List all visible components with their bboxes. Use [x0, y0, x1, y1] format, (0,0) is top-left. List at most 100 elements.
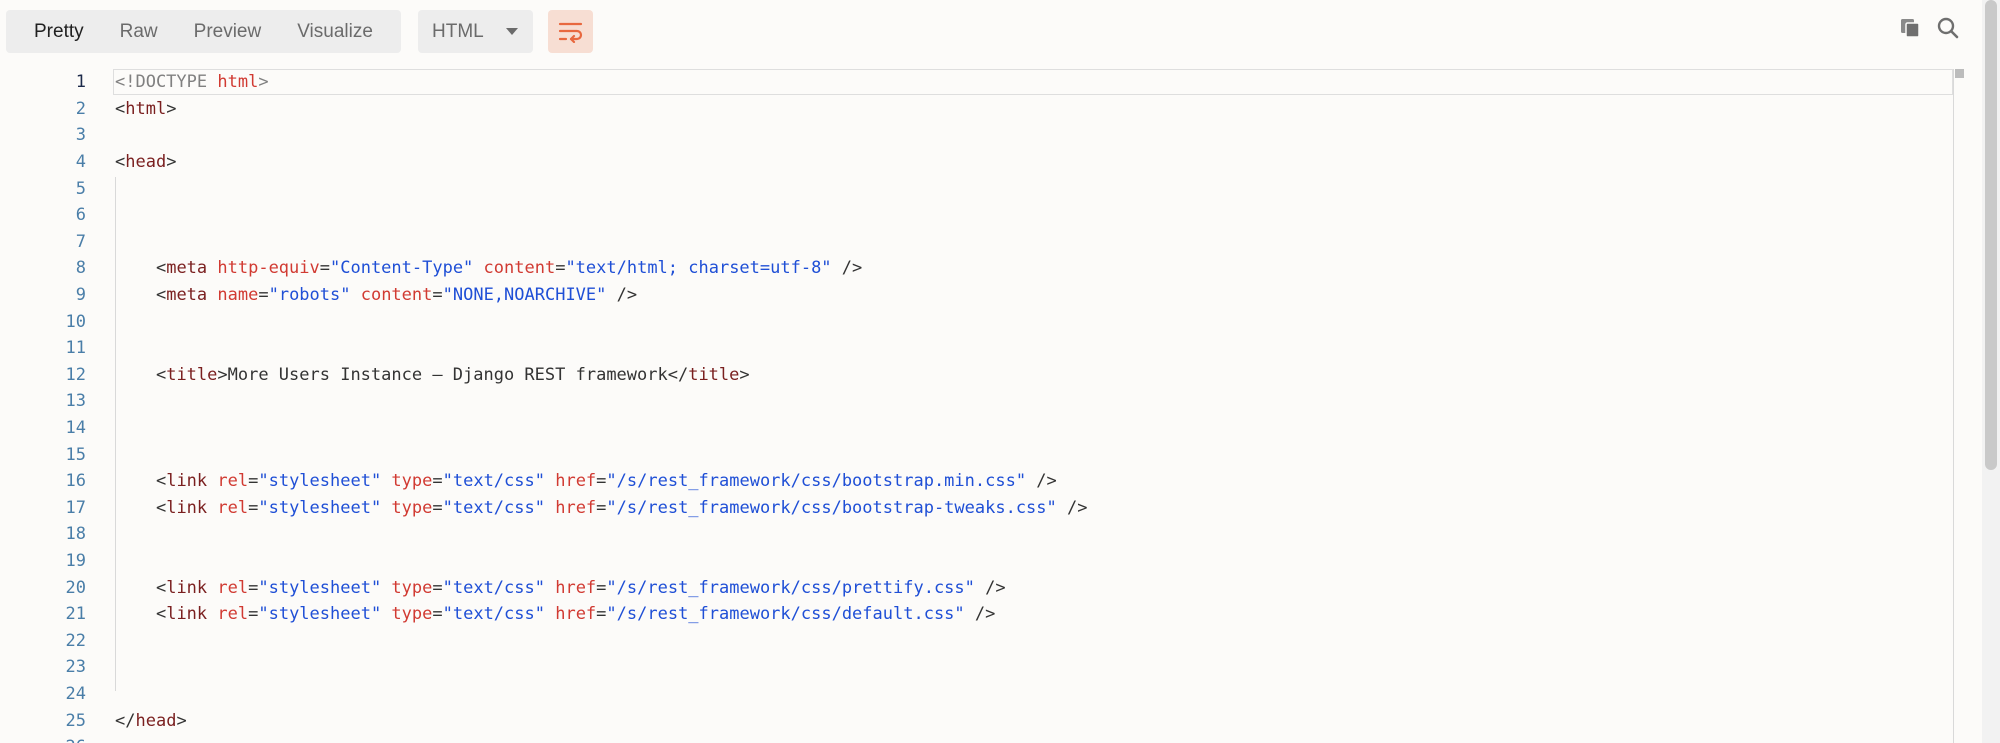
code-line: 23 — [0, 654, 86, 681]
copy-button[interactable] — [1896, 14, 1924, 42]
page-scrollbar-thumb[interactable] — [1985, 0, 1997, 470]
code-line: 2 <html> — [0, 96, 177, 123]
code-token: /> — [964, 604, 996, 625]
code-token: link — [166, 497, 218, 518]
code-token: "/s/rest_framework/css/bootstrap.min.css… — [606, 471, 1027, 492]
code-token: "NONE,NOARCHIVE" — [442, 285, 607, 306]
code-token: title — [166, 364, 218, 385]
code-token: = — [248, 604, 259, 625]
code-token: = — [248, 577, 259, 598]
code-token: < — [155, 577, 167, 598]
line-number: 25 — [65, 710, 86, 731]
line-number: 1 — [75, 72, 86, 93]
code-token: content — [360, 285, 433, 306]
line-number: 21 — [65, 604, 86, 625]
wrap-lines-button[interactable] — [548, 10, 593, 53]
line-number: 22 — [65, 630, 86, 651]
code-token: = — [555, 258, 566, 279]
line-code: <link rel="stylesheet" type="text/css" h… — [115, 578, 1006, 598]
code-token: = — [432, 604, 443, 625]
line-code: <!DOCTYPE html> — [115, 72, 269, 92]
code-line: 18 — [0, 521, 86, 548]
code-token: meta — [166, 258, 218, 279]
code-token: head — [125, 152, 167, 173]
code-token: rel — [217, 577, 249, 598]
copy-icon — [1901, 19, 1920, 38]
line-code: <link rel="stylesheet" type="text/css" h… — [115, 497, 1088, 518]
line-number: 4 — [75, 152, 86, 173]
line-number: 19 — [65, 551, 86, 572]
code-token: < — [155, 258, 167, 279]
editor-scrollbar-track[interactable] — [1953, 69, 1954, 743]
code-token: "stylesheet" — [258, 497, 392, 518]
code-token: </ — [115, 710, 136, 731]
code-token: type — [391, 577, 433, 598]
tab-preview[interactable]: Preview — [176, 10, 280, 53]
code-line: 22 — [0, 628, 86, 655]
code-line: 10 — [0, 308, 86, 335]
code-token: "text/css" — [442, 471, 556, 492]
code-token: = — [596, 604, 607, 625]
code-editor[interactable]: 1 <!DOCTYPE html> 2 <html> 3 4 <head> 5 6 7 8 <met… — [0, 69, 1976, 743]
line-number: 24 — [65, 684, 86, 705]
code-line: 21 <link rel="stylesheet" type="text/css… — [0, 601, 996, 628]
code-token: /> — [974, 577, 1006, 598]
line-number: 14 — [65, 418, 86, 439]
line-code: <title>More Users Instance – Django REST… — [115, 365, 750, 385]
code-token: href — [555, 471, 597, 492]
line-number: 16 — [65, 471, 86, 492]
language-select[interactable]: HTML — [418, 10, 533, 53]
code-token: "/s/rest_framework/css/prettify.css" — [606, 577, 975, 598]
code-line: 9 <meta name="robots" content="NONE,NOAR… — [0, 282, 637, 309]
code-token: < — [155, 364, 167, 385]
chevron-down-icon — [506, 28, 518, 35]
tab-visualize[interactable]: Visualize — [279, 10, 391, 53]
code-line: 20 <link rel="stylesheet" type="text/css… — [0, 574, 1006, 601]
search-button[interactable] — [1934, 14, 1962, 42]
code-line: 12 <title>More Users Instance – Django R… — [0, 362, 750, 389]
code-token: head — [135, 710, 177, 731]
code-token: = — [432, 497, 443, 518]
line-code: <link rel="stylesheet" type="text/css" h… — [115, 604, 995, 624]
line-code: <meta name="robots" content="NONE,NOARCH… — [115, 285, 637, 305]
code-line: 6 — [0, 202, 86, 229]
code-token: rel — [217, 497, 249, 518]
line-number: 23 — [65, 657, 86, 678]
active-line-highlight — [113, 69, 1953, 95]
line-number: 20 — [65, 577, 86, 598]
line-number: 13 — [65, 391, 86, 412]
view-mode-tabs: Pretty Raw Preview Visualize — [6, 10, 401, 53]
tab-raw[interactable]: Raw — [102, 10, 176, 53]
code-line: 26 — [0, 734, 86, 743]
code-token: "stylesheet" — [258, 604, 392, 625]
line-number: 3 — [75, 125, 86, 146]
line-number: 9 — [75, 285, 86, 306]
code-token: < — [115, 152, 126, 173]
code-token: rel — [217, 471, 249, 492]
code-token: "text/html; charset=utf-8" — [565, 258, 832, 279]
code-line: 8 <meta http-equiv="Content-Type" conten… — [0, 255, 863, 282]
code-token: content — [483, 258, 556, 279]
tab-pretty[interactable]: Pretty — [16, 10, 102, 53]
editor-scrollbar-marker[interactable] — [1955, 69, 1964, 78]
search-icon — [1937, 17, 1959, 39]
code-line: 7 — [0, 229, 86, 256]
code-line: 25 </head> — [0, 707, 187, 734]
code-token: >More Users Instance – Django REST frame… — [217, 364, 689, 385]
line-number: 17 — [65, 497, 86, 518]
code-token: meta — [166, 285, 218, 306]
code-line: 13 — [0, 388, 86, 415]
code-token: http-equiv — [217, 258, 320, 279]
code-line: 15 — [0, 441, 86, 468]
code-token: /> — [831, 258, 863, 279]
code-token: < — [155, 497, 167, 518]
code-token: "stylesheet" — [258, 577, 392, 598]
line-number: 10 — [65, 311, 86, 332]
code-token: /> — [1026, 471, 1057, 492]
code-line: 16 <link rel="stylesheet" type="text/css… — [0, 468, 1057, 495]
